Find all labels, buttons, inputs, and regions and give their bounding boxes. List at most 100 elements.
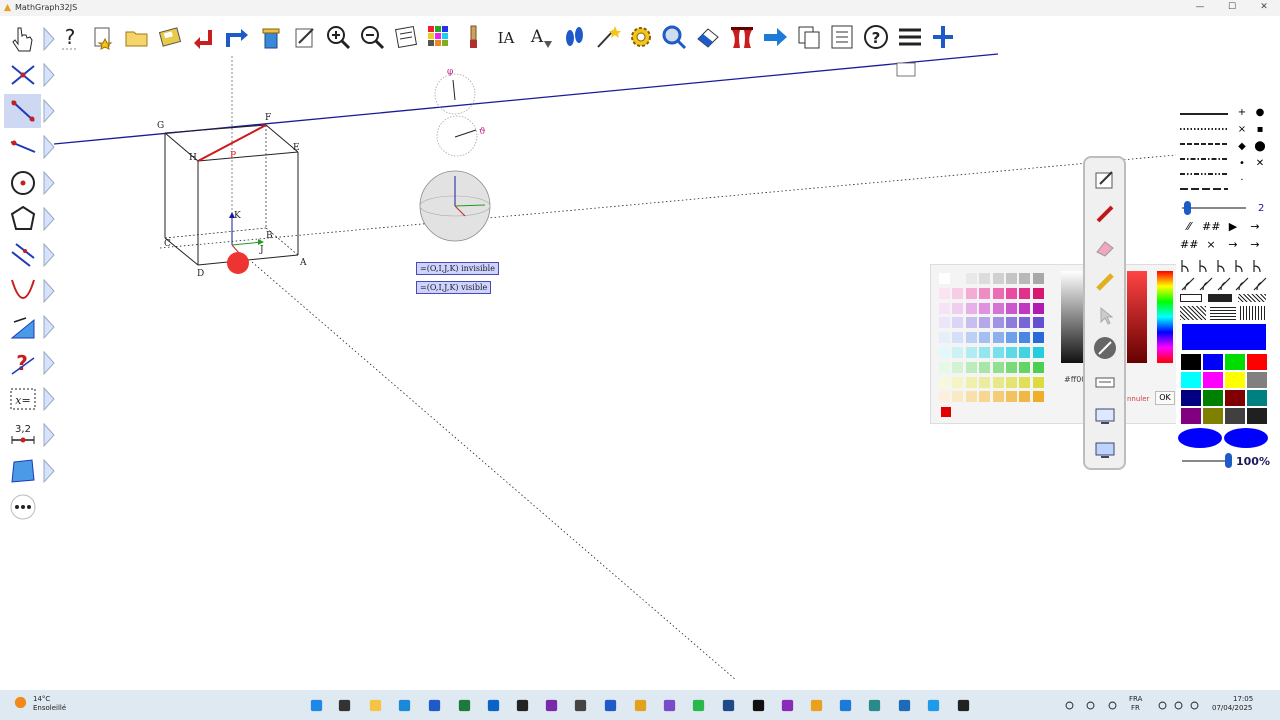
more-tools[interactable] bbox=[4, 490, 41, 524]
color-swatch[interactable] bbox=[1032, 376, 1044, 388]
explorer-icon[interactable] bbox=[367, 697, 383, 713]
palette-button[interactable] bbox=[424, 20, 455, 54]
point-style-option[interactable]: • bbox=[1234, 158, 1250, 169]
angle-mark-option[interactable] bbox=[1198, 258, 1214, 274]
snipping-icon[interactable] bbox=[572, 697, 588, 713]
expand-arrow-icon[interactable] bbox=[43, 458, 55, 484]
pointer-tool[interactable] bbox=[1092, 302, 1118, 330]
numeric-tool[interactable]: 3,2 bbox=[4, 418, 41, 452]
pointer-tool[interactable] bbox=[4, 22, 41, 56]
color-swatch[interactable] bbox=[1006, 332, 1017, 344]
open-button[interactable] bbox=[121, 20, 152, 54]
battery-icon[interactable] bbox=[1186, 697, 1202, 713]
segment-mark-option[interactable]: ## bbox=[1180, 238, 1198, 251]
surface-tool[interactable] bbox=[4, 454, 41, 488]
circle-tool[interactable] bbox=[4, 166, 41, 200]
angle-mark-option[interactable] bbox=[1252, 276, 1268, 292]
color-swatch[interactable] bbox=[992, 273, 1004, 284]
point-style-option[interactable]: ✕ bbox=[1252, 158, 1268, 169]
color-swatch[interactable] bbox=[1006, 347, 1017, 358]
color-swatch[interactable] bbox=[1006, 273, 1017, 284]
color-swatch[interactable] bbox=[939, 376, 950, 388]
save-button[interactable] bbox=[155, 20, 186, 54]
lang-bottom[interactable]: FR bbox=[1131, 704, 1140, 712]
screen-capture-tool[interactable] bbox=[1092, 402, 1118, 430]
color-swatch[interactable] bbox=[1032, 317, 1044, 329]
line-style-option[interactable] bbox=[1178, 154, 1230, 164]
curve-tool[interactable] bbox=[4, 274, 41, 308]
color-swatch[interactable] bbox=[992, 361, 1004, 373]
segment-mark-option[interactable]: → bbox=[1224, 238, 1242, 251]
line-style-option[interactable] bbox=[1178, 139, 1230, 149]
search-button[interactable] bbox=[659, 20, 690, 54]
expand-arrow-icon[interactable] bbox=[43, 278, 55, 304]
color-swatch[interactable] bbox=[965, 376, 977, 388]
fill-pattern-option[interactable] bbox=[1208, 294, 1232, 302]
line-style-option[interactable] bbox=[1178, 109, 1230, 119]
color-grid-swatch[interactable] bbox=[1181, 408, 1201, 424]
color-swatch[interactable] bbox=[952, 287, 964, 299]
segment-mark-option[interactable]: → bbox=[1246, 220, 1264, 233]
clock-time[interactable]: 17:05 bbox=[1233, 695, 1253, 703]
store-icon[interactable] bbox=[426, 697, 442, 713]
clock-date[interactable]: 07/04/2025 bbox=[1212, 704, 1252, 712]
expand-arrow-icon[interactable] bbox=[43, 134, 55, 160]
fill-pattern-option[interactable] bbox=[1238, 294, 1266, 302]
redo-button[interactable] bbox=[222, 20, 253, 54]
help-button[interactable]: ? bbox=[54, 20, 85, 54]
repere-invisible-button[interactable]: =(O,I,J,K) invisible bbox=[416, 262, 499, 275]
segment-mark-option[interactable]: ⁄⁄ bbox=[1180, 220, 1198, 233]
color-swatch[interactable] bbox=[992, 302, 1004, 314]
point-style-option[interactable]: + bbox=[1234, 107, 1250, 118]
fill-shape-option[interactable] bbox=[1224, 428, 1268, 448]
calc-icon[interactable] bbox=[896, 697, 912, 713]
angle-mark-option[interactable] bbox=[1180, 258, 1196, 274]
cancel-button[interactable]: nnuler bbox=[1127, 395, 1149, 403]
color-swatch[interactable] bbox=[965, 302, 977, 314]
color-swatch[interactable] bbox=[979, 273, 991, 284]
current-color-bar[interactable] bbox=[1182, 324, 1266, 350]
color-swatch[interactable] bbox=[979, 332, 991, 344]
question-tool[interactable]: ? bbox=[4, 346, 41, 380]
chevron-up-icon[interactable] bbox=[1061, 697, 1077, 713]
color-swatch[interactable] bbox=[952, 347, 964, 358]
forward-button[interactable] bbox=[760, 20, 791, 54]
color-swatch[interactable] bbox=[992, 287, 1004, 299]
fill-pattern-option[interactable] bbox=[1180, 306, 1206, 320]
puzzle-icon[interactable] bbox=[866, 697, 882, 713]
wifi-icon[interactable] bbox=[1154, 697, 1170, 713]
color-swatch[interactable] bbox=[979, 347, 991, 358]
parallel-tool[interactable] bbox=[4, 238, 41, 272]
color-swatch[interactable] bbox=[939, 332, 950, 344]
vscode-icon[interactable] bbox=[837, 697, 853, 713]
outlook-icon[interactable] bbox=[485, 697, 501, 713]
color-grid-swatch[interactable] bbox=[1225, 390, 1245, 406]
color-swatch[interactable] bbox=[1019, 347, 1031, 358]
color-swatch[interactable] bbox=[939, 361, 950, 373]
onedrive-icon[interactable] bbox=[1082, 697, 1098, 713]
screen-share-tool[interactable] bbox=[1092, 436, 1118, 464]
color-swatch[interactable] bbox=[1019, 287, 1031, 299]
undo-button[interactable] bbox=[188, 20, 219, 54]
color-swatch[interactable] bbox=[965, 332, 977, 344]
color-grid-swatch[interactable] bbox=[1203, 408, 1223, 424]
opacity-slider-handle[interactable] bbox=[1225, 453, 1232, 468]
edge-icon[interactable] bbox=[396, 697, 412, 713]
eraser-tool[interactable] bbox=[1092, 234, 1118, 262]
intersection-tool[interactable] bbox=[4, 58, 41, 92]
edit-tool[interactable] bbox=[1092, 166, 1118, 194]
zoom-out-button[interactable] bbox=[356, 20, 387, 54]
color-swatch[interactable] bbox=[992, 391, 1004, 403]
text-button[interactable]: IA bbox=[491, 20, 522, 54]
color-swatch[interactable] bbox=[1019, 302, 1031, 314]
angle-mark-option[interactable] bbox=[1234, 258, 1250, 274]
color-swatch[interactable] bbox=[965, 273, 977, 284]
start-icon[interactable] bbox=[308, 697, 324, 713]
highlighter-tool[interactable] bbox=[1092, 268, 1118, 296]
expand-arrow-icon[interactable] bbox=[43, 170, 55, 196]
chrome-icon[interactable] bbox=[632, 697, 648, 713]
whatsapp-icon[interactable] bbox=[690, 697, 706, 713]
red-pen-tool[interactable] bbox=[1092, 200, 1118, 228]
ok-button[interactable]: OK bbox=[1155, 391, 1175, 405]
color-swatch[interactable] bbox=[1019, 376, 1031, 388]
